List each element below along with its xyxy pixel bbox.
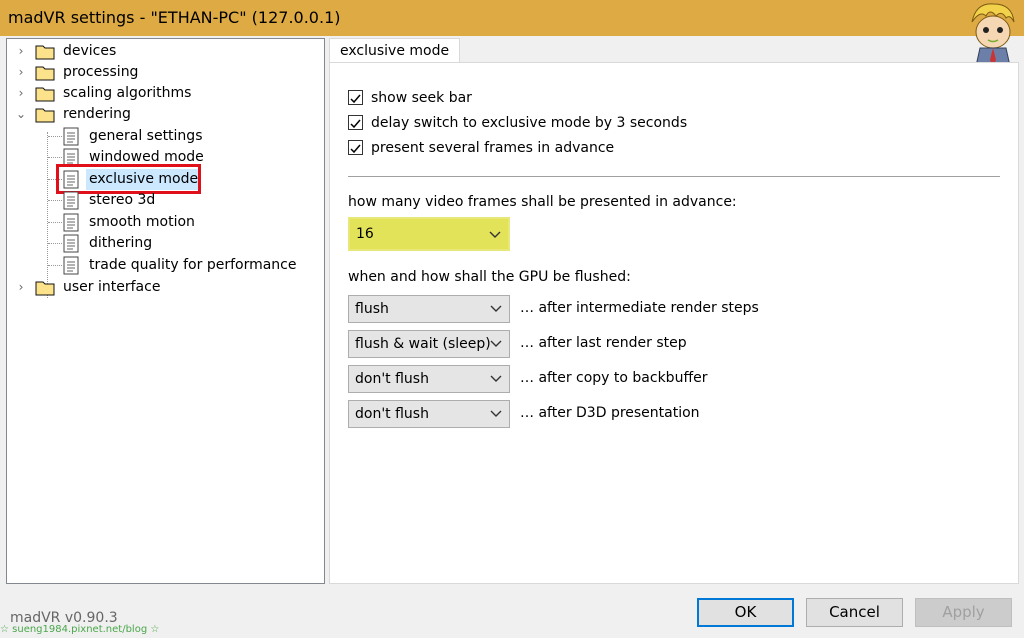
chevron-down-icon bbox=[490, 375, 502, 382]
page-icon bbox=[63, 234, 79, 253]
collapse-chevron-icon[interactable]: ⌄ bbox=[13, 104, 29, 125]
dropdown-value: flush bbox=[355, 301, 389, 317]
checkbox[interactable] bbox=[348, 115, 363, 130]
checkmark-icon bbox=[350, 94, 361, 104]
separator bbox=[348, 176, 1000, 177]
folder-icon bbox=[35, 108, 55, 123]
checkmark-icon bbox=[350, 119, 361, 129]
page-icon bbox=[63, 213, 79, 232]
flush-backbuffer-dropdown[interactable]: don't flush bbox=[348, 365, 510, 393]
folder-icon bbox=[35, 87, 55, 102]
tab-exclusive-mode[interactable]: exclusive mode bbox=[329, 38, 461, 64]
tree-label: stereo 3d bbox=[89, 192, 156, 208]
folder-icon bbox=[35, 281, 55, 296]
flush-last-render-label: … after last render step bbox=[520, 335, 687, 351]
flush-backbuffer-label: … after copy to backbuffer bbox=[520, 370, 708, 386]
tree-connector bbox=[48, 136, 62, 137]
tree-label: processing bbox=[63, 64, 139, 80]
tree-label: rendering bbox=[63, 106, 131, 122]
chevron-down-icon bbox=[490, 410, 502, 417]
page-icon bbox=[63, 127, 79, 146]
settings-tree[interactable]: › devices › processing › scaling algorit… bbox=[6, 38, 325, 584]
chevron-down-icon bbox=[490, 340, 502, 347]
tree-connector bbox=[48, 222, 62, 223]
checkbox-label: delay switch to exclusive mode by 3 seco… bbox=[371, 115, 688, 131]
checkmark-icon bbox=[350, 144, 361, 154]
page-icon bbox=[63, 191, 79, 210]
frames-advance-label: how many video frames shall be presented… bbox=[348, 194, 737, 210]
expand-chevron-icon[interactable]: › bbox=[13, 277, 29, 298]
settings-panel: show seek bar delay switch to exclusive … bbox=[329, 62, 1019, 584]
flush-intermediate-dropdown[interactable]: flush bbox=[348, 295, 510, 323]
dropdown-value: don't flush bbox=[355, 406, 429, 422]
tree-label: user interface bbox=[63, 279, 161, 295]
checkbox[interactable] bbox=[348, 90, 363, 105]
folder-icon bbox=[35, 45, 55, 60]
tab-strip: exclusive mode bbox=[329, 38, 1019, 64]
expand-chevron-icon[interactable]: › bbox=[13, 83, 29, 104]
flush-intermediate-label: … after intermediate render steps bbox=[520, 300, 759, 316]
checkbox-label: present several frames in advance bbox=[371, 140, 615, 156]
tree-connector bbox=[48, 157, 62, 158]
window-title: madVR settings - "ETHAN-PC" (127.0.0.1) bbox=[8, 8, 341, 27]
tree-label: scaling algorithms bbox=[63, 85, 192, 101]
gpu-flush-label: when and how shall the GPU be flushed: bbox=[348, 269, 631, 285]
checkbox-label: show seek bar bbox=[371, 90, 472, 106]
dropdown-value: 16 bbox=[356, 226, 374, 242]
flush-last-render-dropdown[interactable]: flush & wait (sleep) bbox=[348, 330, 510, 358]
ok-button[interactable]: OK bbox=[697, 598, 794, 627]
dropdown-value: don't flush bbox=[355, 371, 429, 387]
chevron-down-icon bbox=[489, 231, 501, 238]
cancel-button[interactable]: Cancel bbox=[806, 598, 903, 627]
flush-d3d-dropdown[interactable]: don't flush bbox=[348, 400, 510, 428]
tree-connector bbox=[48, 200, 62, 201]
tree-label: trade quality for performance bbox=[89, 257, 297, 273]
folder-icon bbox=[35, 66, 55, 81]
flush-d3d-label: … after D3D presentation bbox=[520, 405, 700, 421]
expand-chevron-icon[interactable]: › bbox=[13, 41, 29, 62]
tree-label: general settings bbox=[89, 128, 203, 144]
apply-button[interactable]: Apply bbox=[915, 598, 1012, 627]
page-icon bbox=[63, 256, 79, 275]
chevron-down-icon bbox=[490, 305, 502, 312]
tree-connector bbox=[48, 243, 62, 244]
title-bar[interactable]: madVR settings - "ETHAN-PC" (127.0.0.1) bbox=[0, 0, 1024, 67]
checkbox[interactable] bbox=[348, 140, 363, 155]
tree-label: smooth motion bbox=[89, 214, 195, 230]
tree-label: devices bbox=[63, 43, 117, 59]
frames-advance-dropdown[interactable]: 16 bbox=[348, 217, 510, 251]
expand-chevron-icon[interactable]: › bbox=[13, 62, 29, 83]
dropdown-value: flush & wait (sleep) bbox=[355, 336, 491, 352]
watermark: ☆ sueng1984.pixnet.net/blog ☆ bbox=[0, 624, 160, 635]
tree-label: dithering bbox=[89, 235, 153, 251]
tree-connector bbox=[48, 265, 62, 266]
